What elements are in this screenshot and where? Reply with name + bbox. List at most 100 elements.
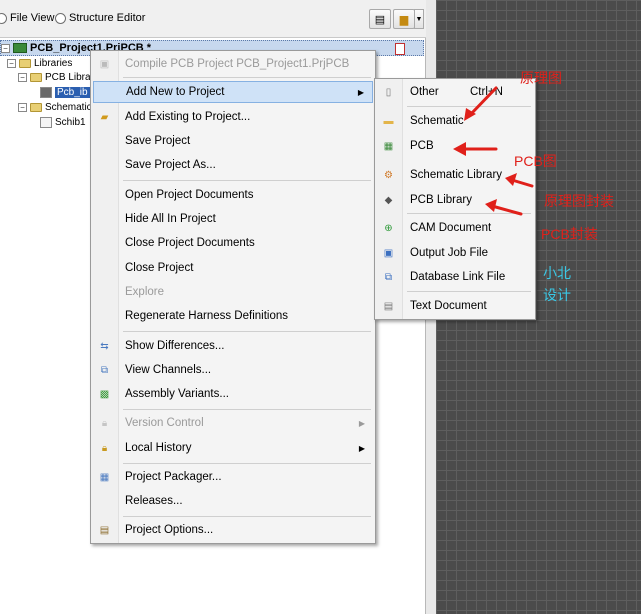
menu-item-version-control[interactable]: 🔒︎ Version Control ▶ xyxy=(93,412,373,434)
menu-item-label: CAM Document xyxy=(410,222,492,234)
menu-item-compile[interactable]: ▣ Compile PCB Project PCB_Project1.PrjPC… xyxy=(93,53,373,75)
file-view-option[interactable]: File View xyxy=(0,12,54,24)
structure-editor-label: Structure Editor xyxy=(69,12,146,24)
tree-schematic-libraries[interactable]: − Schematic xyxy=(18,100,92,115)
menu-item-label: Compile PCB Project PCB_Project1.PrjPCB xyxy=(125,58,350,70)
tree-pcb-libraries[interactable]: − PCB Libra xyxy=(18,70,91,85)
menu-item-assembly-variants[interactable]: ▩ Assembly Variants... xyxy=(93,383,373,405)
submenu-item-cam-document[interactable]: ⊕ CAM Document xyxy=(377,217,533,239)
submenu-item-other[interactable]: ▯ Other Ctrl+N xyxy=(377,81,533,103)
menu-item-show-differences[interactable]: ⇆ Show Differences... xyxy=(93,335,373,357)
collapse-icon[interactable]: − xyxy=(18,73,27,82)
menu-item-label: Schematic xyxy=(410,115,464,127)
structure-editor-radio[interactable] xyxy=(55,12,66,24)
menu-item-label: Releases... xyxy=(125,495,183,507)
open-folder-button[interactable]: ▆ xyxy=(393,9,415,29)
assembly-variants-icon: ▩ xyxy=(99,388,110,400)
menu-item-open-documents[interactable]: Open Project Documents xyxy=(93,184,373,206)
menu-item-label: Project Options... xyxy=(125,524,214,536)
collapse-icon[interactable]: − xyxy=(18,103,27,112)
menu-item-label: Project Packager... xyxy=(125,471,222,483)
file-view-radio[interactable] xyxy=(0,12,7,24)
tree-label: PCB Libra xyxy=(45,72,91,83)
menu-item-save-project[interactable]: Save Project xyxy=(93,130,373,152)
menu-item-add-new[interactable]: Add New to Project ▶ xyxy=(93,81,373,103)
folder-icon: ▆ xyxy=(399,13,409,26)
menu-separator xyxy=(407,213,531,214)
menu-item-explore[interactable]: Explore xyxy=(93,281,373,303)
file-view-label: File View xyxy=(10,12,55,24)
submenu-item-pcb[interactable]: ▦ PCB xyxy=(377,135,533,157)
project-settings-button[interactable]: ▤ xyxy=(369,9,391,29)
menu-item-label: Output Job File xyxy=(410,247,488,259)
submenu-item-schematic[interactable]: ▬ Schematic xyxy=(377,110,533,132)
menu-item-project-options[interactable]: ▤ Project Options... xyxy=(93,519,373,541)
output-job-icon: ▣ xyxy=(383,247,394,259)
stack-icon: ▤ xyxy=(374,13,386,26)
submenu-item-database-link[interactable]: ⧉ Database Link File xyxy=(377,266,533,288)
menu-item-close-project[interactable]: Close Project xyxy=(93,257,373,279)
menu-item-label: Assembly Variants... xyxy=(125,388,229,400)
schematic-library-icon xyxy=(40,117,52,128)
blank-document-icon: ▯ xyxy=(385,86,392,98)
submenu-item-pcb-library[interactable]: ◆ PCB Library xyxy=(377,189,533,211)
tree-schlib-document[interactable]: Schib1 xyxy=(40,115,86,130)
cam-icon: ⊕ xyxy=(384,222,393,234)
submenu-arrow-icon: ▶ xyxy=(358,443,365,453)
panel-toolbar: File View Structure Editor ▤ ▆ ▼ xyxy=(0,0,426,38)
tree-label: Schematic xyxy=(45,102,92,113)
lock-icon: 🔒︎ xyxy=(101,417,108,429)
folder-icon xyxy=(19,59,31,68)
database-link-icon: ⧉ xyxy=(384,271,393,283)
submenu-item-text-document[interactable]: ▤ Text Document xyxy=(377,295,533,317)
menu-item-label: Open Project Documents xyxy=(125,189,254,201)
menu-item-label: Save Project xyxy=(125,135,191,147)
pcb-project-icon xyxy=(13,43,27,53)
packager-icon: ▦ xyxy=(99,471,110,483)
menu-item-view-channels[interactable]: ⧉ View Channels... xyxy=(93,359,373,381)
tree-label: Pcb_ib xyxy=(55,87,90,98)
collapse-icon[interactable]: − xyxy=(7,59,16,68)
menu-item-label: Database Link File xyxy=(410,271,506,283)
channels-icon: ⧉ xyxy=(100,364,109,376)
annotation-schematic-library: 原理图封装 xyxy=(544,193,614,209)
collapse-icon[interactable]: − xyxy=(1,43,10,53)
menu-item-releases[interactable]: Releases... xyxy=(93,490,373,512)
document-icon xyxy=(395,43,405,55)
menu-item-label: Text Document xyxy=(410,300,487,312)
menu-item-label: View Channels... xyxy=(125,364,212,376)
menu-item-label: Schematic Library xyxy=(410,169,503,181)
tree-label: Schib1 xyxy=(55,117,86,128)
menu-separator xyxy=(123,77,371,78)
differences-icon: ⇆ xyxy=(100,340,109,352)
tree-libraries[interactable]: − Libraries xyxy=(7,56,72,71)
menu-item-project-packager[interactable]: ▦ Project Packager... xyxy=(93,466,373,488)
menu-item-hide-all[interactable]: Hide All In Project xyxy=(93,208,373,230)
menu-item-label: Local History xyxy=(125,442,192,454)
tree-label: Libraries xyxy=(34,58,73,69)
submenu-item-schematic-library[interactable]: ⚙ Schematic Library xyxy=(377,164,533,186)
menu-separator xyxy=(407,106,531,107)
structure-editor-option[interactable]: Structure Editor xyxy=(55,12,145,24)
submenu-item-output-job[interactable]: ▣ Output Job File xyxy=(377,242,533,264)
add-existing-icon: ▰ xyxy=(100,111,109,123)
annotation-pcb: PCB图 xyxy=(514,153,557,169)
menu-item-save-project-as[interactable]: Save Project As... xyxy=(93,154,373,176)
menu-item-label: Version Control xyxy=(125,417,204,429)
menu-item-close-documents[interactable]: Close Project Documents xyxy=(93,232,373,254)
watermark-line2: 设计 xyxy=(543,287,571,303)
menu-separator xyxy=(407,291,531,292)
history-lock-icon: 🔒︎ xyxy=(101,442,108,454)
menu-item-label: Hide All In Project xyxy=(125,213,216,225)
pcb-icon: ▦ xyxy=(383,140,394,152)
menu-item-regenerate-harness[interactable]: Regenerate Harness Definitions xyxy=(93,305,373,327)
project-context-menu: ▣ Compile PCB Project PCB_Project1.PrjPC… xyxy=(90,50,376,544)
menu-item-local-history[interactable]: 🔒︎ Local History ▶ xyxy=(93,437,373,459)
annotation-schematic: 原理图 xyxy=(520,70,562,86)
tree-pcblib-document[interactable]: Pcb_ib xyxy=(40,85,90,100)
submenu-arrow-icon: ▶ xyxy=(357,87,364,97)
menu-item-label: Add New to Project xyxy=(126,86,225,98)
chevron-down-icon[interactable]: ▼ xyxy=(414,9,424,29)
schematic-icon: ▬ xyxy=(383,115,394,127)
menu-item-add-existing[interactable]: ▰ Add Existing to Project... xyxy=(93,106,373,128)
